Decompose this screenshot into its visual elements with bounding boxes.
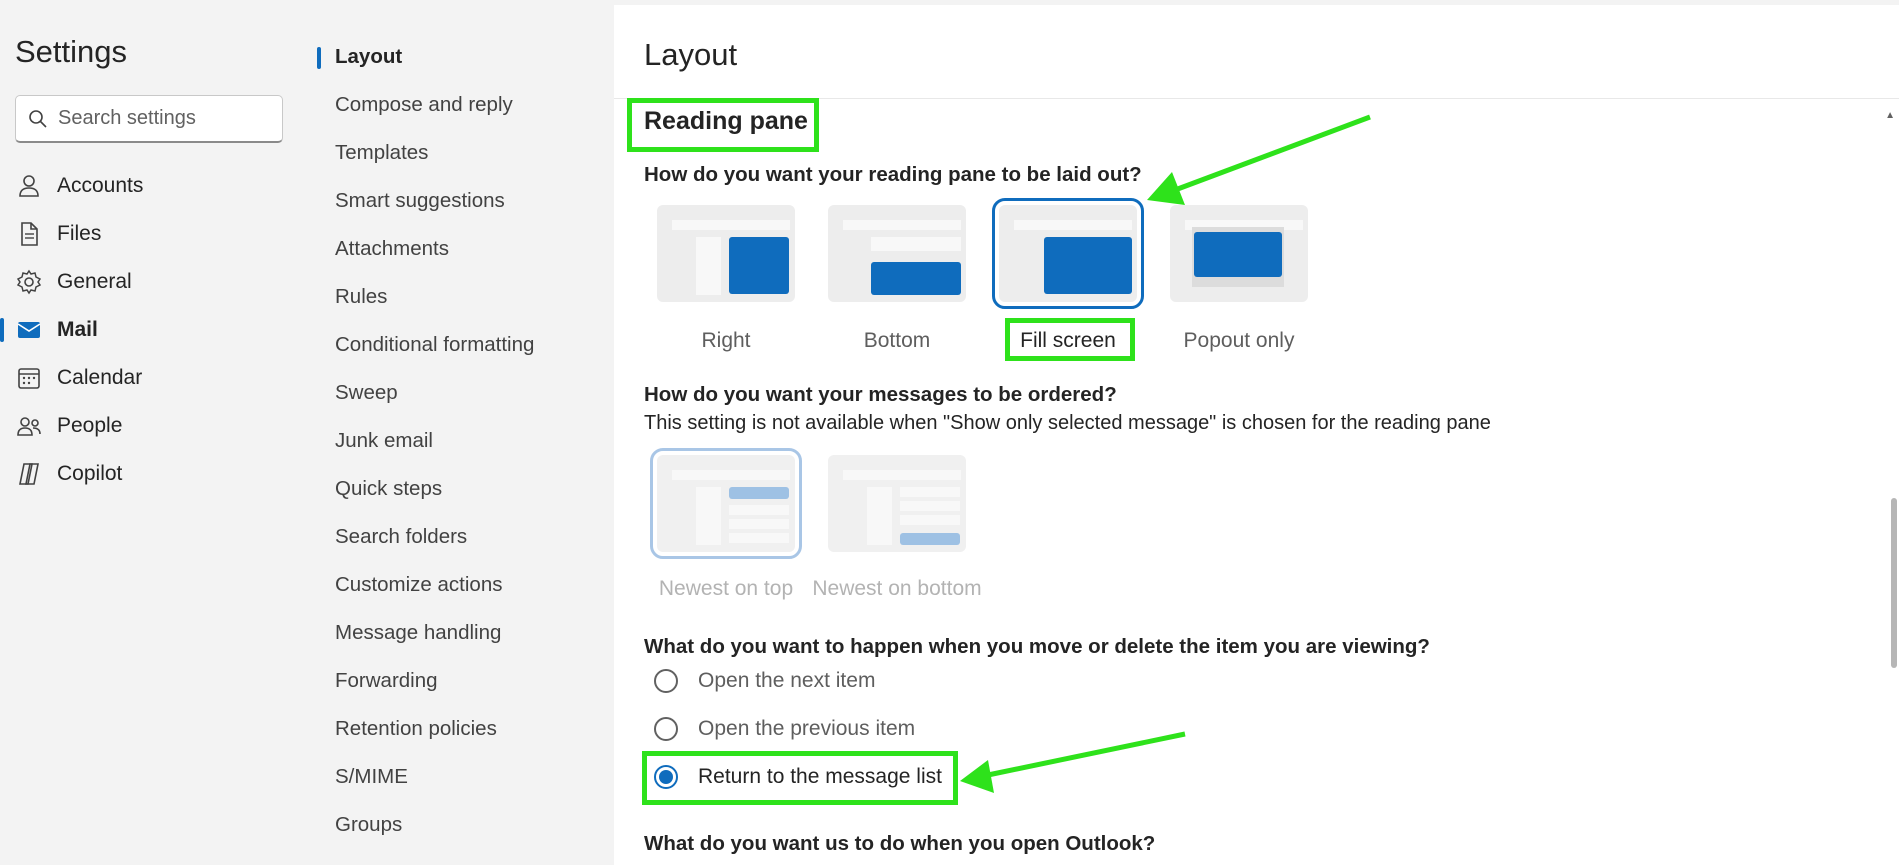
radio-label: Open the next item [698,669,876,692]
subnav-item-sweep[interactable]: Sweep [312,373,614,413]
reading-pane-popout-label: Popout only [1183,329,1295,352]
scroll-up-arrow-icon[interactable]: ▲ [1885,110,1895,121]
after-move-delete-question: What do you want to happen when you move… [644,635,1430,658]
subnav-item-templates[interactable]: Templates [312,133,614,173]
open-outlook-question: What do you want us to do when you open … [644,832,1156,855]
radio-button[interactable] [654,717,678,741]
subnav-item-search-folders[interactable]: Search folders [312,517,614,557]
subnav-item-rules[interactable]: Rules [312,277,614,317]
sidebar-item-mail[interactable]: Mail [0,308,312,352]
copilot-icon [19,463,39,485]
sidebar-item-label: Copilot [57,462,123,485]
highlight-return-to-message-list [642,751,958,805]
person-icon [19,175,39,197]
highlight-reading-pane-title [627,98,819,152]
gear-icon [16,269,42,295]
sidebar-item-accounts[interactable]: Accounts [0,164,312,208]
subnav-item-message-handling[interactable]: Message handling [312,613,614,653]
reading-pane-bottom-label: Bottom [863,329,931,352]
calendar-icon [18,368,40,389]
sidebar-item-people[interactable]: People [0,404,312,448]
newest-on-top-option[interactable] [650,448,802,559]
sidebar-item-general[interactable]: General [0,260,312,304]
radio-open-next-item[interactable]: Open the next item [654,665,875,697]
reading-pane-popout-option[interactable] [1170,205,1308,302]
radio-button[interactable] [654,669,678,693]
radio-open-previous-item[interactable]: Open the previous item [654,713,915,745]
newest-on-bottom-label: Newest on bottom [812,577,982,600]
sidebar-item-label: People [57,414,123,437]
subnav-item-groups[interactable]: Groups [312,805,614,845]
reading-pane-bottom-option[interactable] [828,205,966,302]
file-icon [21,222,38,246]
page-title: Layout [644,37,738,72]
sidebar-item-label: General [57,270,132,293]
sidebar-item-copilot[interactable]: Copilot [0,452,312,496]
subnav-item-layout[interactable]: Layout [312,37,614,77]
vertical-scrollbar[interactable] [1891,498,1897,668]
subnav-item-quick-steps[interactable]: Quick steps [312,469,614,509]
highlight-fill-screen-label [1005,318,1135,361]
subnav-item-compose-and-reply[interactable]: Compose and reply [312,85,614,125]
subnav-item-conditional-formatting[interactable]: Conditional formatting [312,325,614,365]
mail-icon [17,322,41,338]
message-order-note: This setting is not available when "Show… [644,412,1491,434]
settings-sidebar: Settings Accounts Files General Mail Cal… [0,0,312,865]
sidebar-item-label: Mail [57,318,98,341]
settings-title: Settings [15,34,128,69]
subnav-item-junk-email[interactable]: Junk email [312,421,614,461]
sidebar-item-label: Calendar [57,366,143,389]
search-settings-input[interactable] [58,107,273,130]
subnav-item-smart-suggestions[interactable]: Smart suggestions [312,181,614,221]
sidebar-item-label: Files [57,222,102,245]
reading-pane-right-label: Right [701,329,751,352]
newest-on-bottom-option[interactable] [828,455,966,552]
people-icon [17,417,41,436]
radio-label: Open the previous item [698,717,916,740]
sidebar-item-files[interactable]: Files [0,212,312,256]
sidebar-item-label: Accounts [57,174,144,197]
mail-settings-subnav: Layout Compose and reply Templates Smart… [312,0,614,865]
reading-pane-layout-question: How do you want your reading pane to be … [644,163,1142,186]
subnav-item-forwarding[interactable]: Forwarding [312,661,614,701]
reading-pane-fill-screen-option[interactable] [992,198,1144,309]
search-settings-box[interactable] [15,95,283,143]
subnav-item-customize-actions[interactable]: Customize actions [312,565,614,605]
search-icon [29,109,47,128]
message-order-question: How do you want your messages to be orde… [644,383,1117,406]
sidebar-item-calendar[interactable]: Calendar [0,356,312,400]
subnav-item-retention-policies[interactable]: Retention policies [312,709,614,749]
subnav-item-smime[interactable]: S/MIME [312,757,614,797]
subnav-item-attachments[interactable]: Attachments [312,229,614,269]
reading-pane-right-option[interactable] [657,205,795,302]
